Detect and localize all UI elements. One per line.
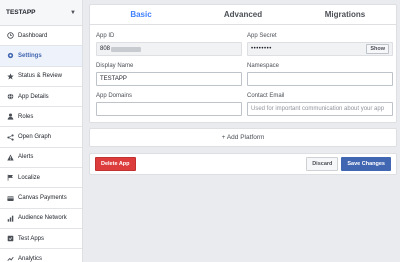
contact-email-placeholder: Used for important communication about y…	[251, 106, 385, 112]
clock-icon	[6, 32, 14, 40]
tab-advanced[interactable]: Advanced	[192, 5, 294, 24]
app-secret-field: App Secret •••••••• Show	[247, 33, 393, 60]
app-id-input[interactable]: 808	[96, 42, 242, 56]
sidebar-item-label: Open Graph	[18, 134, 52, 141]
sidebar: TESTAPP ▼ Dashboard Settings Status & Re…	[0, 0, 83, 262]
basic-settings-form: App ID 808 App Secret •••••••• Show Disp…	[90, 25, 396, 122]
contact-email-field: Contact Email Used for important communi…	[247, 93, 393, 120]
sidebar-item-label: Status & Review	[18, 73, 63, 80]
flag-icon	[6, 174, 14, 182]
display-name-input[interactable]: TESTAPP	[96, 72, 242, 86]
discard-button[interactable]: Discard	[306, 157, 339, 171]
app-secret-input[interactable]: •••••••• Show	[247, 42, 393, 56]
sidebar-item-label: Alerts	[18, 154, 34, 161]
warning-icon	[6, 153, 14, 161]
test-apps-icon	[6, 235, 14, 243]
settings-footer: Delete App Discard Save Changes	[89, 153, 397, 175]
sidebar-item-label: Localize	[18, 174, 41, 181]
display-name-field: Display Name TESTAPP	[96, 63, 242, 90]
app-switcher[interactable]: TESTAPP ▼	[0, 0, 82, 26]
app-name: TESTAPP	[6, 9, 36, 16]
sidebar-item-localize[interactable]: Localize	[0, 168, 82, 189]
sidebar-item-settings[interactable]: Settings	[0, 46, 82, 67]
sidebar-item-label: Roles	[18, 113, 34, 120]
sidebar-item-roles[interactable]: Roles	[0, 107, 82, 128]
app-domains-field: App Domains	[96, 93, 242, 120]
redacted-id-mask	[111, 46, 142, 52]
main-content: Basic Advanced Migrations App ID 808 App…	[89, 4, 397, 175]
sidebar-item-analytics[interactable]: Analytics	[0, 249, 82, 262]
sidebar-item-label: Analytics	[18, 255, 43, 262]
display-name-value: TESTAPP	[100, 76, 127, 82]
sidebar-item-canvas-payments[interactable]: Canvas Payments	[0, 188, 82, 209]
sidebar-item-status-review[interactable]: Status & Review	[0, 66, 82, 87]
save-changes-button[interactable]: Save Changes	[341, 157, 391, 171]
app-secret-value: ••••••••	[251, 46, 272, 52]
show-secret-button[interactable]: Show	[366, 44, 389, 54]
app-id-field: App ID 808	[96, 33, 242, 60]
app-domains-input[interactable]	[96, 102, 242, 116]
caret-down-icon: ▼	[70, 9, 76, 16]
namespace-input[interactable]	[247, 72, 393, 86]
contact-email-input[interactable]: Used for important communication about y…	[247, 102, 393, 116]
settings-tabs: Basic Advanced Migrations	[90, 5, 396, 25]
sidebar-item-label: Settings	[18, 52, 42, 59]
display-name-label: Display Name	[96, 63, 134, 69]
gear-icon	[6, 52, 14, 60]
footer-actions: Discard Save Changes	[306, 157, 391, 171]
namespace-label: Namespace	[247, 63, 280, 69]
star-icon	[6, 72, 14, 80]
sidebar-item-test-apps[interactable]: Test Apps	[0, 228, 82, 250]
sidebar-item-app-details[interactable]: App Details	[0, 86, 82, 108]
contact-email-label: Contact Email	[247, 93, 285, 99]
analytics-icon	[6, 255, 14, 262]
tab-basic[interactable]: Basic	[90, 5, 192, 24]
chart-icon	[6, 214, 14, 222]
globe-icon	[6, 93, 14, 101]
sidebar-item-label: Canvas Payments	[18, 195, 67, 202]
sidebar-item-dashboard[interactable]: Dashboard	[0, 26, 82, 47]
sidebar-item-audience-network[interactable]: Audience Network	[0, 208, 82, 229]
app-id-value: 808	[100, 46, 111, 52]
delete-app-button[interactable]: Delete App	[95, 157, 136, 171]
namespace-field: Namespace	[247, 63, 393, 90]
add-platform-button[interactable]: + Add Platform	[89, 128, 397, 147]
app-domains-label: App Domains	[96, 93, 133, 99]
app-id-label: App ID	[96, 33, 115, 39]
sidebar-item-label: App Details	[18, 93, 49, 100]
open-graph-icon	[6, 133, 14, 141]
tab-migrations[interactable]: Migrations	[294, 5, 396, 24]
card-icon	[6, 194, 14, 202]
person-icon	[6, 113, 14, 121]
basic-settings-card: Basic Advanced Migrations App ID 808 App…	[89, 4, 397, 123]
sidebar-item-label: Test Apps	[18, 235, 45, 242]
sidebar-item-label: Dashboard	[18, 32, 48, 39]
app-secret-label: App Secret	[247, 33, 277, 39]
sidebar-item-alerts[interactable]: Alerts	[0, 147, 82, 169]
sidebar-item-label: Audience Network	[18, 215, 67, 222]
sidebar-item-open-graph[interactable]: Open Graph	[0, 127, 82, 148]
